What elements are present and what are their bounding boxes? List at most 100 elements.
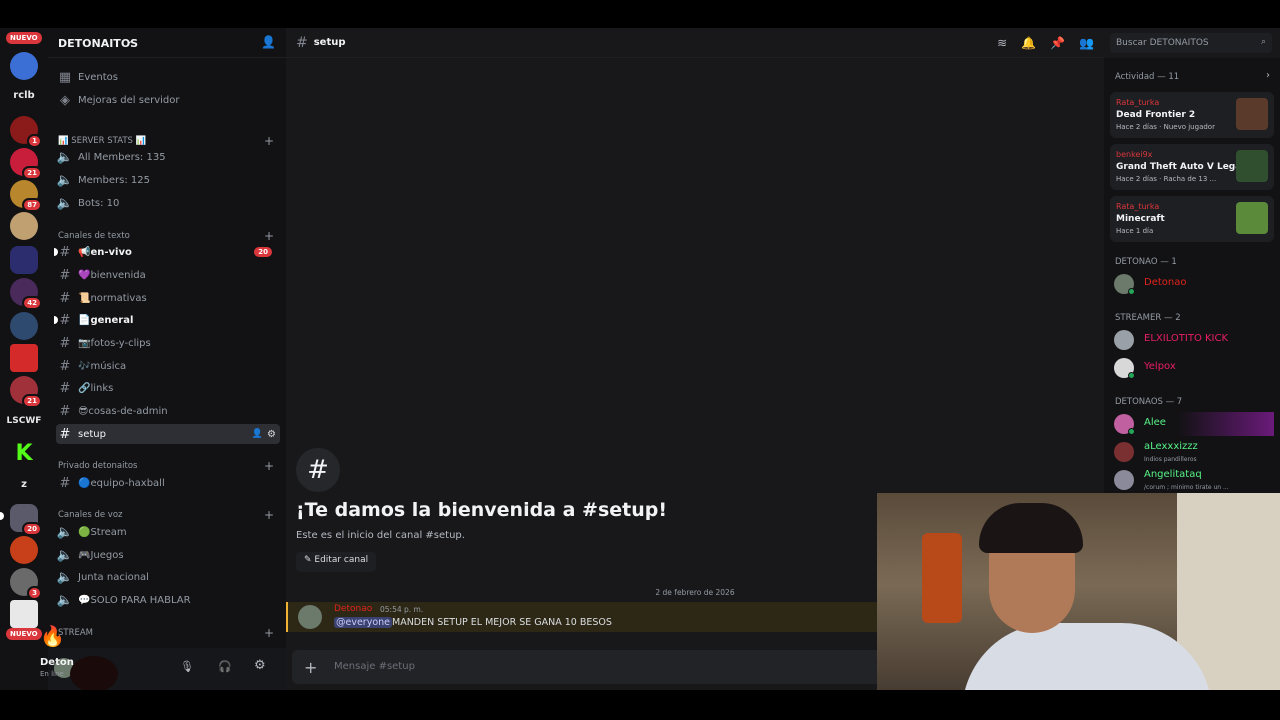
settings-gear-icon[interactable]: ⚙	[254, 658, 266, 673]
add-channel-icon[interactable]: +	[264, 626, 274, 640]
server-z[interactable]: z	[0, 479, 48, 490]
bell-icon[interactable]: 🔔	[1021, 36, 1036, 50]
chevron-right-icon[interactable]: ›	[1266, 70, 1270, 81]
activity-card[interactable]: benkei9x Grand Theft Auto V Legacy Hace …	[1110, 144, 1274, 190]
pin-icon[interactable]: 📌	[1050, 36, 1065, 50]
boost-icon: ◈	[60, 92, 70, 108]
server-kick[interactable]: K	[10, 440, 38, 468]
search-header: Buscar DETONAITOS ⌕	[1104, 28, 1280, 58]
add-channel-icon[interactable]: +	[264, 134, 274, 148]
category-server-stats[interactable]: 📊 SERVER STATS 📊 +	[58, 134, 274, 148]
mention[interactable]: @everyone	[334, 617, 393, 628]
member-item[interactable]: aLexxxizzz Indios pandilleros	[1114, 440, 1274, 464]
mention-badge: 21	[22, 394, 42, 408]
server-icon[interactable]: 87	[10, 180, 42, 212]
edit-channel-button[interactable]: ✎ Editar canal	[296, 552, 377, 572]
server-icon[interactable]	[10, 600, 38, 628]
server-icon[interactable]	[10, 344, 38, 372]
role-group-title: DETONAO — 1	[1115, 257, 1177, 267]
text-channel-musica[interactable]: # 🎶música	[56, 356, 280, 376]
add-user-icon[interactable]: 👤	[261, 35, 276, 49]
voice-channel-stat[interactable]: 🔈 Bots: 10	[56, 193, 280, 213]
avatar[interactable]	[298, 605, 322, 629]
headphones-icon[interactable]: 🎧	[218, 660, 232, 673]
voice-channel-hablar[interactable]: 🔈 💬SOLO PARA HABLAR	[56, 590, 280, 610]
category-voice[interactable]: Canales de voz +	[58, 508, 274, 522]
sidebar-item-boosts[interactable]: ◈ Mejoras del servidor	[56, 90, 280, 110]
server-icon[interactable]: 3	[10, 568, 42, 600]
online-status-icon	[1128, 288, 1135, 295]
voice-channel-stat[interactable]: 🔈 Members: 125	[56, 170, 280, 190]
mention-badge: 20	[22, 522, 42, 536]
text-channel-haxball[interactable]: # 🔵equipo-haxball	[56, 473, 280, 493]
voice-channel-juegos[interactable]: 🔈 🎮Juegos	[56, 545, 280, 565]
hash-icon: #	[59, 380, 71, 396]
member-item[interactable]: Detonao	[1114, 272, 1274, 296]
background-door	[922, 533, 962, 623]
mention-badge: 3	[27, 586, 42, 600]
voice-channel-stat[interactable]: 🔈 All Members: 135	[56, 147, 280, 167]
category-stream[interactable]: STREAM +	[58, 626, 274, 640]
discord-window: NUEVO rclb 1 21 87 42 21 LSCWF K z 20 3 …	[0, 0, 1280, 720]
microphone-icon[interactable]: 🎙	[180, 660, 194, 673]
channel-sidebar: DETONAITOS ⌄ 👤 ▦ Eventos ◈ Mejoras del ser…	[48, 28, 286, 648]
speaker-icon: 🔈	[56, 524, 74, 540]
new-badge: NUEVO	[6, 628, 42, 640]
member-item[interactable]: Angelitataq/corum ; minimo tirate un ...	[1114, 468, 1274, 492]
hash-icon: #	[59, 358, 71, 374]
text-channel-en-vivo[interactable]: # 📢en-vivo 20	[54, 242, 280, 262]
message-text: MANDEN SETUP EL MEJOR SE GANA 10 BESOS	[392, 617, 612, 628]
text-channel-fotos[interactable]: # 📷fotos-y-clips	[56, 333, 280, 353]
user-name: Deton	[40, 657, 74, 668]
hash-icon: #	[59, 426, 71, 442]
server-icon[interactable]: 42	[10, 278, 42, 310]
webcam-overlay	[877, 493, 1280, 720]
gear-icon[interactable]: ⚙	[267, 429, 276, 440]
member-item[interactable]: Alee	[1114, 412, 1274, 436]
activity-card[interactable]: Rata_turka Minecraft Hace 1 día	[1110, 196, 1274, 242]
activity-card[interactable]: Rata_turka Dead Frontier 2 Hace 2 días ·…	[1110, 92, 1274, 138]
invite-icon[interactable]: 👤	[252, 429, 263, 439]
bomb-overlay	[70, 656, 118, 692]
add-channel-icon[interactable]: +	[264, 229, 274, 243]
category-text-channels[interactable]: Canales de texto +	[58, 229, 274, 243]
server-icon[interactable]: 21	[10, 148, 42, 180]
search-input[interactable]: Buscar DETONAITOS ⌕	[1110, 33, 1272, 53]
text-channel-links[interactable]: # 🔗links	[56, 378, 280, 398]
add-channel-icon[interactable]: +	[264, 508, 274, 522]
member-item[interactable]: Yelpox	[1114, 356, 1274, 380]
message-author[interactable]: Detonao	[334, 604, 372, 614]
voice-channel-junta[interactable]: 🔈 Junta nacional	[56, 567, 280, 587]
server-icon[interactable]	[10, 536, 38, 564]
active-pip	[0, 512, 4, 520]
mention-badge: 87	[22, 198, 42, 212]
category-private[interactable]: Privado detonaitos +	[58, 459, 274, 473]
threads-icon[interactable]: ≋	[997, 36, 1007, 50]
guild-header[interactable]: DETONAITOS ⌄ 👤	[48, 28, 286, 58]
text-channel-normativas[interactable]: # 📜normativas	[56, 288, 280, 308]
game-cover-image	[1236, 150, 1268, 182]
sidebar-item-eventos[interactable]: ▦ Eventos	[56, 67, 280, 87]
server-icon[interactable]	[10, 212, 38, 240]
server-icon[interactable]: 1	[10, 116, 42, 148]
online-status-icon	[1128, 428, 1135, 435]
server-icon[interactable]: 21	[10, 376, 42, 408]
add-attachment-icon[interactable]: +	[304, 658, 317, 677]
text-channel-general[interactable]: # 📄general	[54, 310, 280, 330]
text-channel-setup[interactable]: # setup 👤 ⚙	[56, 424, 280, 444]
calendar-icon: ▦	[58, 69, 72, 85]
add-channel-icon[interactable]: +	[264, 459, 274, 473]
game-cover-image	[1236, 202, 1268, 234]
activity-title: Actividad — 11	[1115, 72, 1180, 82]
server-rclb[interactable]: rclb	[0, 90, 48, 101]
server-icon[interactable]	[10, 312, 38, 340]
server-fortnite[interactable]	[10, 52, 38, 80]
server-lscwf[interactable]: LSCWF	[0, 416, 48, 426]
members-icon[interactable]: 👥	[1079, 36, 1094, 50]
member-item[interactable]: ELXILOTITO KICK	[1114, 328, 1274, 352]
voice-channel-stream[interactable]: 🔈 🟢Stream	[56, 522, 280, 542]
text-channel-bienvenida[interactable]: # 💜bienvenida	[56, 265, 280, 285]
text-channel-admin[interactable]: # 😎cosas-de-admin	[56, 401, 280, 421]
server-detonaitos[interactable]: 20	[10, 504, 42, 536]
folder-icon[interactable]	[10, 246, 38, 274]
